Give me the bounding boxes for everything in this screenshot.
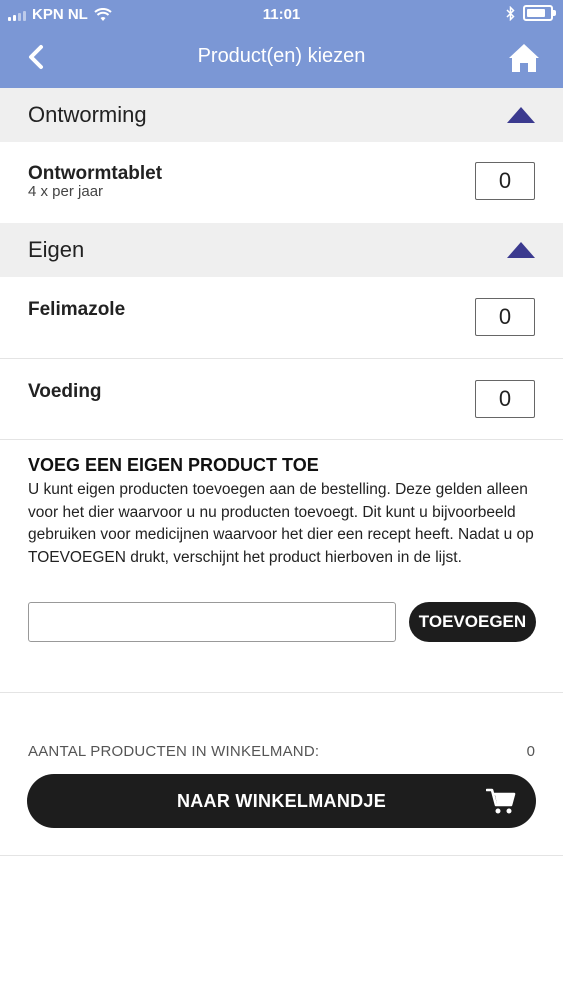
product-frequency: 4 x per jaar	[28, 183, 104, 200]
go-to-cart-button[interactable]: NAAR WINKELMANDJE	[27, 774, 536, 828]
product-name: Felimazole	[28, 299, 126, 320]
cart-count-label: AANTAL PRODUCTEN IN WINKELMAND:	[28, 743, 320, 760]
section-title: Ontworming	[28, 102, 147, 127]
home-icon[interactable]	[507, 41, 541, 75]
quantity-input[interactable]	[475, 162, 535, 200]
bluetooth-icon	[506, 5, 515, 21]
divider	[0, 855, 563, 856]
product-row: Ontwormtablet 4 x per jaar	[0, 142, 563, 222]
product-row: Voeding	[0, 359, 563, 439]
section-header-eigen[interactable]: Eigen	[0, 223, 563, 277]
section-title: Eigen	[28, 237, 85, 262]
shopping-cart-icon	[486, 788, 516, 814]
section-header-ontworming[interactable]: Ontworming	[0, 88, 563, 142]
product-name-input[interactable]	[28, 602, 396, 642]
go-to-cart-label: NAAR WINKELMANDJE	[176, 791, 387, 811]
collapse-triangle-icon[interactable]	[507, 107, 535, 123]
status-time: 11:01	[262, 6, 301, 23]
product-name: Ontwormtablet	[28, 163, 163, 184]
battery-icon	[523, 5, 556, 21]
status-bar: KPN NL 11:01	[0, 0, 563, 30]
collapse-triangle-icon[interactable]	[507, 242, 535, 258]
product-row: Felimazole	[0, 277, 563, 357]
add-product-button[interactable]: TOEVOEGEN	[409, 602, 536, 642]
divider	[0, 439, 563, 440]
product-name: Voeding	[28, 381, 102, 402]
add-product-title: VOEG EEN EIGEN PRODUCT TOE	[28, 455, 319, 475]
page-title: Product(en) kiezen	[197, 45, 366, 67]
quantity-input[interactable]	[475, 298, 535, 336]
cart-count-value: 0	[526, 743, 535, 760]
divider	[0, 692, 563, 693]
app-header: KPN NL 11:01 Product(en) kiezen	[0, 0, 563, 88]
add-product-description: U kunt eigen producten toevoegen aan de …	[28, 481, 534, 566]
quantity-input[interactable]	[475, 380, 535, 418]
